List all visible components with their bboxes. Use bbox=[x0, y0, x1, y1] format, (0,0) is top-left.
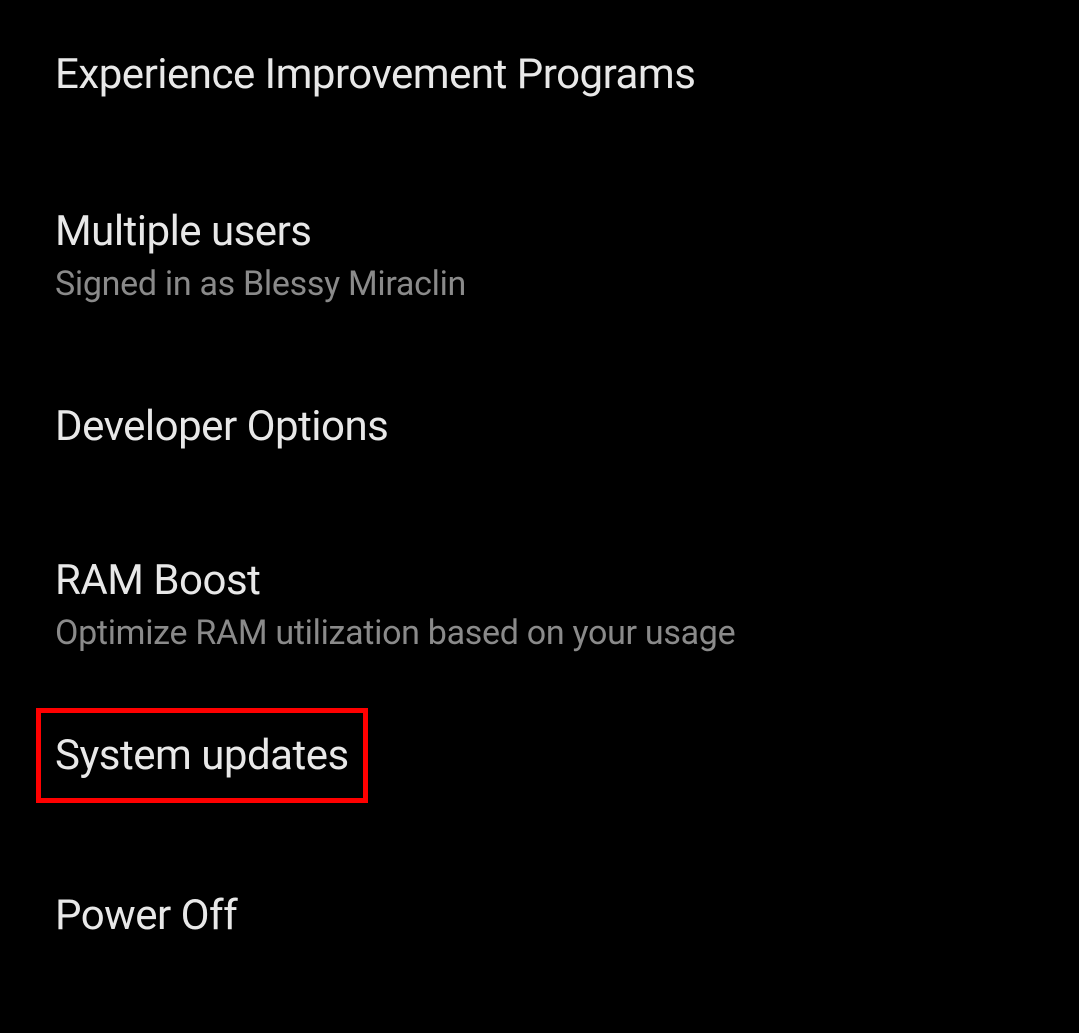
settings-item-title: System updates bbox=[55, 731, 349, 780]
settings-item-title: Developer Options bbox=[55, 402, 1079, 451]
settings-list: Experience Improvement Programs Multiple… bbox=[0, 0, 1079, 940]
settings-item-title: Experience Improvement Programs bbox=[55, 50, 1079, 99]
settings-item-title: Multiple users bbox=[55, 207, 1079, 256]
highlight-box: System updates bbox=[36, 708, 368, 803]
settings-item-title: Power Off bbox=[55, 891, 1079, 940]
settings-item-title: RAM Boost bbox=[55, 556, 1079, 605]
settings-item-subtitle: Optimize RAM utilization based on your u… bbox=[55, 613, 1079, 653]
settings-item-experience-improvement[interactable]: Experience Improvement Programs bbox=[55, 50, 1079, 99]
settings-item-multiple-users[interactable]: Multiple users Signed in as Blessy Mirac… bbox=[55, 207, 1079, 304]
settings-item-subtitle: Signed in as Blessy Miraclin bbox=[55, 264, 1079, 304]
settings-item-ram-boost[interactable]: RAM Boost Optimize RAM utilization based… bbox=[55, 556, 1079, 653]
settings-item-system-updates[interactable]: System updates bbox=[55, 708, 1079, 803]
settings-item-power-off[interactable]: Power Off bbox=[55, 891, 1079, 940]
settings-item-developer-options[interactable]: Developer Options bbox=[55, 402, 1079, 451]
